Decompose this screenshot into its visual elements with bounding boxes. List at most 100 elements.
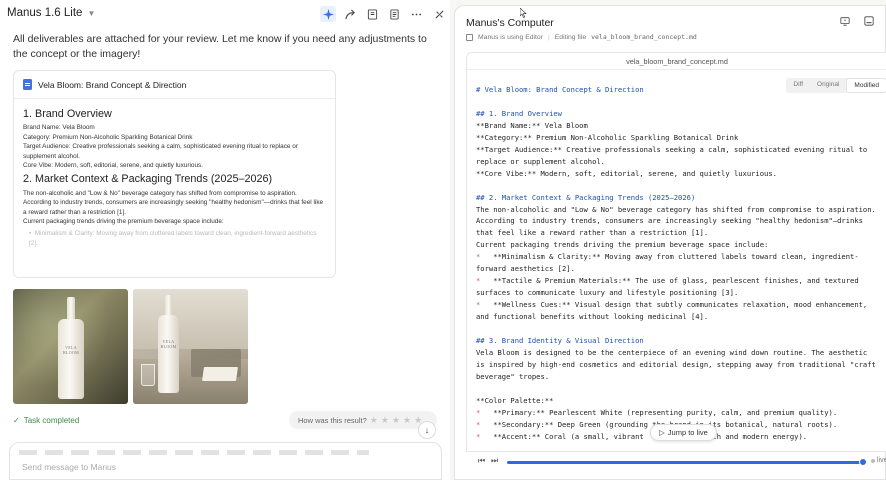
assistant-message: All deliverables are attached for your r… — [13, 33, 427, 60]
toolbar — [320, 6, 444, 22]
jump-to-live-button[interactable]: ▷ Jump to live — [650, 424, 717, 441]
bottle-label: VELA BLOOM — [63, 345, 79, 355]
code-line: **Brand Name:** Vela Bloom — [476, 120, 588, 130]
code-line: * **Tactile & Premium Materials:** The u… — [476, 276, 859, 286]
bookmark-icon[interactable] — [364, 6, 380, 22]
card-fade — [14, 241, 335, 277]
preview-line: Current packaging trends driving the pre… — [23, 218, 224, 226]
collapse-icon[interactable] — [431, 6, 447, 22]
code-line: Current packaging trends driving the pre… — [476, 240, 769, 250]
scroll-down-button[interactable]: ↓ — [418, 421, 436, 439]
preview-line: Core Vibe: Modern, soft, editorial, sere… — [23, 162, 203, 170]
bottle-label: VELA BLOOM — [160, 339, 177, 349]
code-line: * **Minimalism & Clarity:** Moving away … — [476, 252, 859, 262]
preview-line: Category: Premium Non-Alcoholic Sparklin… — [23, 133, 193, 141]
section-heading: 1. Brand Overview — [23, 108, 112, 120]
document-card[interactable]: Vela Bloom: Brand Concept & Direction 1.… — [13, 70, 336, 278]
live-label: live — [877, 457, 886, 464]
computer-actions — [839, 15, 875, 27]
computer-status: Manus is using Editor | Editing file vel… — [466, 33, 697, 41]
skip-back-icon[interactable]: ⏮ — [478, 456, 485, 466]
code-line: * **Primary:** Pearlescent White (repres… — [476, 407, 838, 417]
document-icon — [23, 79, 32, 90]
sparkle-icon[interactable] — [320, 6, 336, 22]
rating-prompt: How was this result? — [298, 415, 367, 425]
model-name: Manus 1.6 Lite — [7, 7, 83, 19]
document-icon[interactable] — [386, 6, 402, 22]
code-line: **Target Audience:** Creative profession… — [476, 144, 868, 154]
star-icon[interactable]: ★ — [370, 415, 378, 426]
bullet-marker: * — [476, 407, 481, 417]
bullet-marker: * — [476, 419, 481, 429]
monitor-icon[interactable] — [839, 15, 851, 27]
status-app: Manus is using Editor — [478, 33, 543, 41]
suggestion-strip — [19, 450, 369, 455]
playback-handle[interactable] — [859, 458, 867, 466]
code-line: The non-alcoholic and "Low & No" beverag… — [476, 204, 876, 214]
app-window: Manus 1.6 Lite ▼ All deliverables are at… — [0, 0, 886, 480]
document-title: Vela Bloom: Brand Concept & Direction — [38, 79, 187, 90]
code-line: is inspired by high-end cosmetics and ed… — [476, 359, 876, 369]
more-icon[interactable] — [408, 6, 424, 22]
preview-line: Target Audience: Creative professionals … — [23, 143, 298, 160]
code-line: and functional benefits without looking … — [476, 312, 709, 322]
code-line: **Color Palette:** — [476, 395, 554, 405]
code-line: surfaces to communicate luxury and lifes… — [476, 288, 739, 298]
code-line: * **Wellness Cues:** Visual design that … — [476, 300, 868, 310]
bullet-marker: * — [476, 252, 481, 262]
computer-title: Manus's Computer — [466, 17, 554, 29]
status-action: Editing file — [554, 33, 587, 41]
star-icon[interactable]: ★ — [403, 415, 411, 426]
share-icon[interactable] — [342, 6, 358, 22]
code-line: Vela Bloom is designed to be the centerp… — [476, 347, 868, 357]
code-line: ## 1. Brand Overview — [476, 108, 562, 118]
arrow-down-icon: ↓ — [424, 425, 430, 435]
bullet-marker: * — [476, 431, 481, 441]
preview-line: The non-alcoholic and "Low & No" beverag… — [23, 189, 324, 216]
playback-track[interactable] — [507, 461, 863, 464]
document-preview: 1. Brand Overview Brand Name: Vela Bloom… — [14, 99, 335, 254]
bullet-marker: * — [476, 276, 481, 286]
play-icon: ▷ — [659, 428, 665, 437]
code-content: # Vela Bloom: Brand Concept & Direction … — [476, 84, 886, 443]
skip-forward-icon[interactable]: ⏭ — [491, 456, 498, 466]
editor-filename: vela_bloom_brand_concept.md — [467, 53, 886, 70]
model-selector[interactable]: Manus 1.6 Lite ▼ — [7, 7, 95, 19]
code-line: **Core Vibe:** Modern, soft, editorial, … — [476, 168, 777, 178]
editor-icon — [466, 33, 473, 41]
task-status-text: Task completed — [23, 416, 80, 425]
rating-widget: How was this result? ★ ★ ★ ★ ★ — [289, 411, 437, 429]
code-line: forward aesthetics [2]. — [476, 264, 575, 274]
code-line: **Category:** Premium Non-Alcoholic Spar… — [476, 132, 739, 142]
message-composer[interactable]: Send message to Manus — [9, 442, 442, 480]
code-line: ## 3. Brand Identity & Visual Direction — [476, 336, 644, 346]
chevron-down-icon: ▼ — [87, 8, 96, 18]
document-card-header: Vela Bloom: Brand Concept & Direction — [14, 71, 335, 99]
chat-panel: Manus 1.6 Lite ▼ All deliverables are at… — [0, 0, 450, 480]
jump-label: Jump to live — [667, 428, 708, 437]
divider: | — [547, 33, 550, 41]
code-line: ## 2. Market Context & Packaging Trends … — [476, 192, 696, 202]
code-editor: vela_bloom_brand_concept.md Diff Origina… — [466, 52, 886, 452]
star-icon[interactable]: ★ — [381, 415, 389, 426]
live-indicator: live — [871, 457, 886, 464]
message-input[interactable]: Send message to Manus — [22, 462, 116, 472]
star-icon[interactable]: ★ — [392, 415, 400, 426]
computer-panel: Manus's Computer Manus is using Editor |… — [454, 5, 886, 480]
code-line: replace or supplement alcohol. — [476, 156, 605, 166]
code-line: # Vela Bloom: Brand Concept & Direction — [476, 85, 644, 94]
product-image-2[interactable]: VELA BLOOM — [133, 289, 248, 404]
product-image-1[interactable]: VELA BLOOM — [13, 289, 128, 404]
task-status: ✓ Task completed — [13, 416, 79, 425]
mouse-cursor-icon — [520, 8, 527, 18]
code-line: beverage" tropes. — [476, 371, 550, 381]
playback-bar: ⏮ ⏭ live — [478, 455, 886, 470]
chat-topbar: Manus 1.6 Lite ▼ — [0, 0, 450, 28]
preview-line: Brand Name: Vela Bloom — [23, 124, 95, 132]
minimize-icon[interactable] — [863, 15, 875, 27]
bullet-marker: * — [476, 300, 481, 310]
